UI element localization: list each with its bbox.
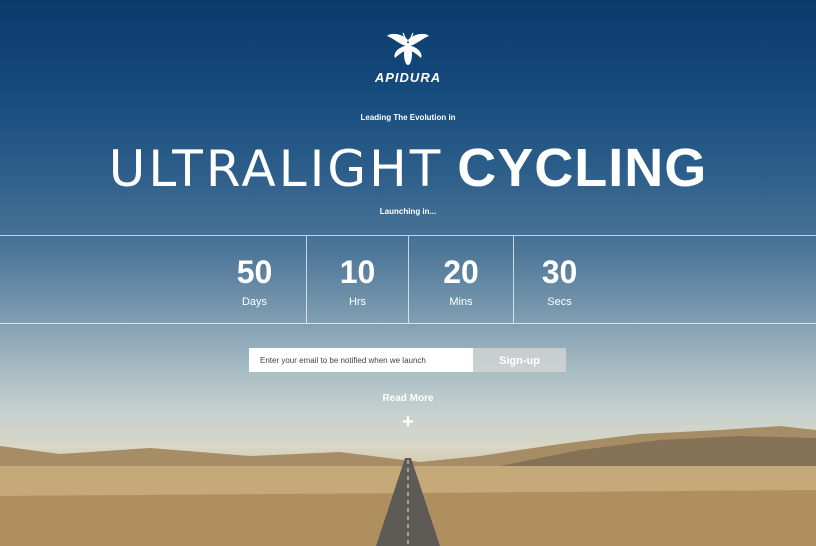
brand-logo[interactable]: APIDURA xyxy=(0,30,816,85)
signup-button[interactable]: Sign-up xyxy=(473,348,566,372)
countdown-minutes-label: Mins xyxy=(449,296,473,308)
page-title: ULTRALIGHT CYCLING xyxy=(0,138,816,199)
headline-bold: CYCLING xyxy=(457,138,708,198)
countdown-seconds-value: 30 xyxy=(541,254,578,290)
bee-logo-icon xyxy=(387,32,429,65)
countdown-days: 50 Days xyxy=(203,236,306,323)
countdown-hours-label: Hrs xyxy=(348,296,367,308)
countdown-seconds-label: Secs xyxy=(547,296,572,308)
email-field[interactable] xyxy=(249,348,473,372)
headline-light: ULTRALIGHT xyxy=(108,140,444,198)
launching-label: Launching in... xyxy=(379,207,437,216)
countdown-timer: 50 Days 10 Hrs 20 Mins 30 Secs xyxy=(0,235,816,324)
countdown-days-value: 50 xyxy=(236,254,273,290)
brand-name: APIDURA xyxy=(374,70,442,85)
countdown-seconds: 30 Secs xyxy=(514,236,605,323)
read-more-link[interactable]: Read More xyxy=(0,393,816,404)
countdown-days-label: Days xyxy=(241,296,268,308)
countdown-minutes: 20 Mins xyxy=(409,236,513,323)
countdown-hours: 10 Hrs xyxy=(307,236,408,323)
tagline: Leading The Evolution in xyxy=(360,113,456,122)
countdown-hours-value: 10 xyxy=(339,254,376,290)
plus-icon[interactable]: + xyxy=(396,410,420,434)
countdown-minutes-value: 20 xyxy=(443,254,479,290)
